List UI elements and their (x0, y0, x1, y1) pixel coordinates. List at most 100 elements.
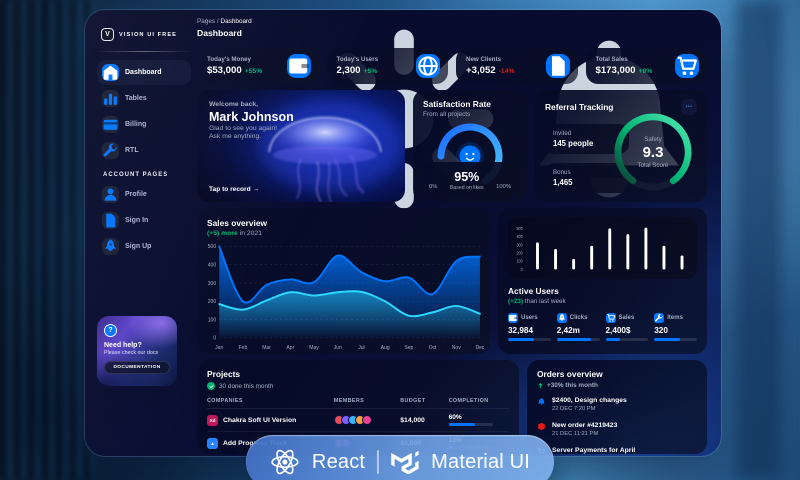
metric-value: 2,42m (556, 326, 580, 335)
stat-delta: -14% (498, 68, 515, 75)
card-title: Projects (207, 369, 241, 379)
home-icon (102, 64, 119, 81)
wallet-icon (286, 54, 311, 78)
topbar: Pages / Dashboard Dashboard Sign In (197, 18, 707, 209)
sidebar-item-signin[interactable]: Sign In (97, 208, 191, 233)
welcome-line: Ask me anything. (209, 133, 262, 140)
sales-period: in 2021 (239, 230, 262, 237)
svg-text:400: 400 (517, 234, 523, 239)
background-band (736, 0, 782, 480)
column-completion: COMPLETION (448, 398, 489, 404)
card-title: Sales overview (207, 218, 268, 228)
orders-overview-card: Orders overview +30% this month $2400, D… (527, 360, 707, 454)
check-icon (207, 382, 215, 390)
sidebar-item-label: Billing (125, 121, 147, 128)
table-row[interactable]: Xd Chakra Soft UI Version $14,000 60% (207, 409, 509, 432)
metric-clicks: Clicks 2,42m (556, 313, 600, 341)
satisfaction-value: 95% (454, 170, 480, 184)
active-users-delta: (+23) (508, 298, 524, 305)
satisfaction-readout: 0% 95% Based on likes 100% (421, 162, 519, 195)
stat-card-users: Today's Users 2,300 +5% (326, 48, 448, 84)
xd-badge-icon: Xd (207, 414, 218, 426)
person-icon (102, 186, 119, 203)
mui-logo-icon (391, 450, 419, 474)
metric-items: Items 320 (654, 313, 697, 341)
stat-card-sales: Total Sales $173,000 +8% (585, 48, 707, 84)
sidebar-item-dashboard[interactable]: Dashboard (97, 60, 191, 85)
cart-icon (675, 54, 699, 78)
stat-value: $173,000 (595, 65, 636, 76)
stat-delta: +55% (244, 68, 263, 75)
card-title: Satisfaction Rate (423, 99, 491, 109)
sidebar-item-rtl[interactable]: RTL (97, 138, 191, 163)
order-item: $2400, Design changes 22 DEC 7:20 PM (537, 397, 697, 412)
referral-tracking-card: Referral Tracking ••• Invited 145 people… (535, 90, 707, 202)
metric-sales: Sales 2,400$ (605, 313, 649, 341)
atlassian-badge-icon: ▲ (207, 437, 218, 449)
stat-label: Today's Users (336, 56, 379, 63)
table-header: COMPANIES MEMBERS BUDGET COMPLETION (207, 398, 509, 409)
rocket-icon (556, 313, 567, 323)
sidebar-item-tables[interactable]: Tables (97, 86, 191, 111)
svg-text:0: 0 (213, 336, 216, 342)
order-item: Server Payments for April (537, 447, 697, 454)
tap-to-record-link[interactable]: Tap to record → (209, 186, 259, 193)
background-blinds (0, 0, 95, 480)
order-title: New order #4219423 (552, 422, 618, 429)
tech-stack-badge: React Material UI (245, 435, 555, 480)
arrow-right-icon: → (252, 186, 260, 193)
svg-text:300: 300 (208, 281, 217, 287)
wallet-icon (508, 313, 518, 323)
satisfaction-rate-card: Satisfaction Rate From all projects 0% 9… (413, 90, 527, 202)
metric-progress-bar (654, 338, 680, 341)
sidebar-section-label: ACCOUNT PAGES (103, 172, 169, 178)
sidebar-item-label: Profile (125, 191, 147, 198)
rocket-icon (102, 238, 119, 255)
metric-progress-bar (556, 338, 591, 341)
badge-divider (377, 450, 380, 474)
documentation-button[interactable]: DOCUMENTATION (104, 361, 170, 374)
column-members: MEMBERS (333, 398, 365, 404)
stat-delta: +8% (638, 68, 653, 75)
active-users-card: 0 100 200 300 400 500 Active Users (+23) than… (498, 208, 707, 354)
card-title: Orders overview (537, 369, 603, 379)
stat-delta: +5% (363, 68, 378, 75)
member-avatars (333, 415, 400, 425)
metric-value: 2,400$ (605, 326, 631, 335)
gauge-max-label: 100% (496, 184, 511, 190)
sidebar-item-label: Sign In (125, 217, 149, 224)
column-budget: BUDGET (400, 398, 426, 404)
stat-value: +3,052 (466, 65, 496, 76)
sidebar-item-signup[interactable]: Sign Up (97, 234, 191, 259)
completion-percent: 60% (448, 414, 462, 422)
dashboard-screen: V VISION UI FREE Dashboard Tables Billin… (85, 10, 721, 456)
app-logo[interactable]: V VISION UI FREE (97, 22, 191, 52)
score-note: Total Score (637, 161, 669, 169)
svg-text:0: 0 (521, 267, 523, 272)
metric-label: Users (521, 315, 538, 321)
credit-card-icon (102, 116, 119, 133)
sidebar-item-profile[interactable]: Profile (97, 182, 191, 207)
cta-label: Tap to record (209, 186, 251, 193)
sidebar-item-label: Sign Up (125, 243, 152, 250)
card-title: Referral Tracking (545, 102, 614, 112)
project-budget: $14,000 (400, 416, 425, 424)
referral-score-gauge: Safety 9.3 Total Score (607, 106, 699, 198)
order-item: New order #4219423 21 DEC 11:21 PM (537, 422, 697, 437)
stat-card-money: Today's Money $53,000 +55% (197, 48, 319, 84)
sales-subtitle: (+5) more in 2021 (207, 230, 480, 237)
stat-value: $53,000 (207, 65, 242, 76)
order-title: $2400, Design changes (552, 397, 627, 404)
sidebar-item-label: Dashboard (125, 69, 162, 76)
stat-label: Today's Money (207, 56, 251, 63)
card-title: Active Users (508, 286, 559, 296)
stats-row: Today's Money $53,000 +55% Today's Users… (197, 48, 707, 84)
orders-note: +30% this month (547, 382, 598, 389)
row-charts: Sales overview (+5) more in 2021 0 100 200… (197, 208, 707, 354)
sidebar-item-label: Tables (125, 95, 147, 102)
sidebar-item-billing[interactable]: Billing (97, 112, 191, 137)
avatar (361, 415, 372, 425)
main-content: Pages / Dashboard Dashboard Sign In (197, 18, 707, 456)
active-users-period: than last week (524, 298, 566, 305)
completion-bar (448, 423, 475, 426)
